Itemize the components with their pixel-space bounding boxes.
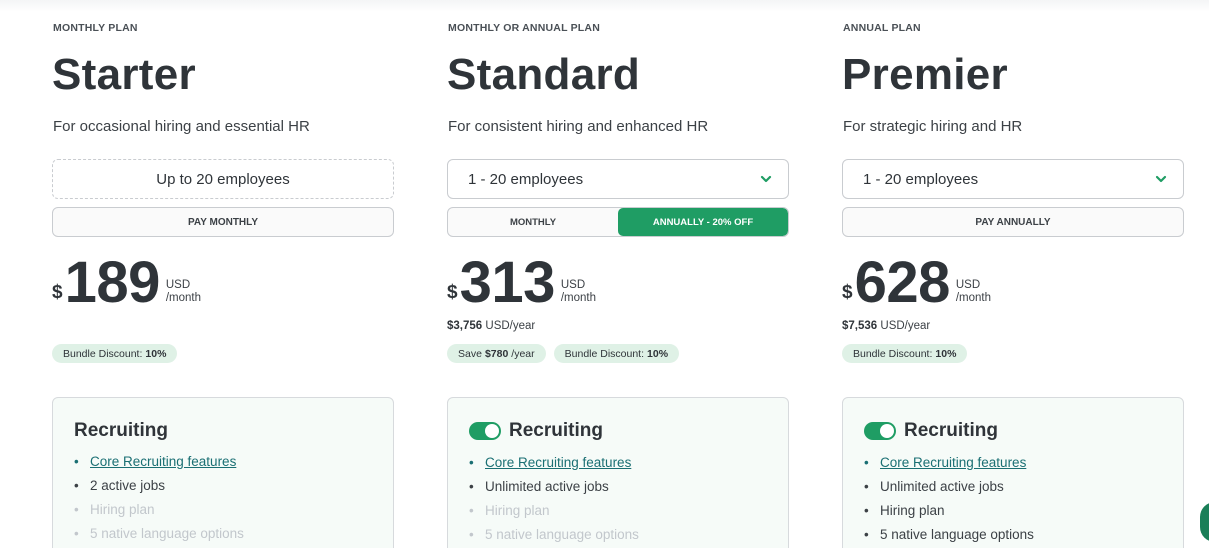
feature-item: Unlimited active jobs [864,475,1034,499]
pay-annually-label: PAY ANNUALLY [975,216,1051,228]
plan-eyebrow: MONTHLY OR ANNUAL PLAN [448,22,600,34]
currency-symbol: $ [842,282,853,303]
bundle-discount-value: 10% [935,347,957,360]
feature-link-core-recruiting[interactable]: Core Recruiting features [469,451,639,475]
chevron-down-icon [760,175,772,183]
billing-period-toggle: MONTHLY ANNUALLY - 20% OFF [447,207,789,237]
price-display: $ 628 USD /month [842,250,991,315]
recruiting-toggle-switch[interactable] [469,422,501,440]
savings-value: $780 [484,347,509,360]
feature-card-title: Recruiting [74,420,168,441]
feature-list: Core Recruiting features 2 active jobs H… [74,450,244,546]
employee-count-value: 1 - 20 employees [468,170,584,188]
feature-item-disabled: 5 native language options [469,523,639,547]
price-unit: USD /month [956,279,991,305]
yearly-amount: $7,536 [842,320,878,332]
plan-tagline: For consistent hiring and enhanced HR [448,118,709,135]
toggle-monthly-option[interactable]: MONTHLY [448,208,618,236]
plan-eyebrow: MONTHLY PLAN [53,22,138,34]
plan-eyebrow: ANNUAL PLAN [843,22,921,34]
recruiting-feature-card: Recruiting Core Recruiting features 2 ac… [52,397,394,548]
bundle-discount-label: Bundle Discount: [853,347,933,360]
bundle-discount-value: 10% [647,347,669,360]
plan-tagline: For occasional hiring and essential HR [53,118,310,135]
yearly-unit: USD/year [880,320,931,332]
pay-annually-button[interactable]: PAY ANNUALLY [842,207,1184,237]
toggle-annually-option[interactable]: ANNUALLY - 20% OFF [618,208,788,236]
price-amount: 628 [854,250,951,315]
plan-tagline: For strategic hiring and HR [843,118,1023,135]
employee-count-label: Up to 20 employees [156,170,290,188]
bundle-discount-badge: Bundle Discount: 10% [842,344,968,363]
price-amount: 313 [459,250,556,315]
toggle-monthly-label: MONTHLY [509,216,557,228]
feature-item-disabled: Hiring plan [469,499,639,523]
recruiting-toggle-switch[interactable] [864,422,896,440]
feature-card-title: Recruiting [509,420,603,441]
chevron-down-icon [1155,175,1167,183]
chat-widget-button[interactable] [1200,502,1209,542]
feature-item: Hiring plan [864,499,1034,523]
plan-card-premier: ANNUAL PLAN Premier For strategic hiring… [842,0,1184,548]
feature-item-disabled: Hiring plan [74,498,244,522]
feature-link-core-recruiting[interactable]: Core Recruiting features [74,450,244,474]
recruiting-feature-card: Recruiting Core Recruiting features Unli… [842,397,1184,548]
discount-badges: Bundle Discount: 10% [52,344,178,363]
feature-card-header: Recruiting [74,420,168,442]
employee-count-select[interactable]: 1 - 20 employees [842,159,1184,199]
plan-title: Premier [842,50,1008,99]
bundle-discount-value: 10% [145,347,167,360]
employee-count-value: 1 - 20 employees [863,170,979,188]
price-unit-period: /month [955,292,992,304]
price-unit-currency: USD [560,279,586,291]
employee-count-box: Up to 20 employees [52,159,394,199]
yearly-price: $7,536 USD/year [842,320,930,332]
bundle-discount-label: Bundle Discount: [564,347,645,360]
discount-badges: Save $780 /year Bundle Discount: 10% [447,344,680,363]
discount-badges: Bundle Discount: 10% [842,344,968,363]
price-display: $ 189 USD /month [52,250,201,315]
price-unit-currency: USD [165,279,191,291]
feature-card-header: Recruiting [864,420,998,442]
pay-monthly-label: PAY MONTHLY [187,216,259,228]
feature-list: Core Recruiting features Unlimited activ… [469,451,639,547]
price-unit: USD /month [561,279,596,305]
yearly-price: $3,756 USD/year [447,320,535,332]
bundle-discount-badge: Bundle Discount: 10% [52,344,178,363]
feature-link-core-recruiting[interactable]: Core Recruiting features [864,451,1034,475]
plan-title: Standard [447,50,641,99]
price-display: $ 313 USD /month [447,250,596,315]
bundle-discount-label: Bundle Discount: [63,347,143,360]
feature-item-disabled: 5 native language options [74,522,244,546]
bundle-discount-badge: Bundle Discount: 10% [553,344,680,363]
plan-card-standard: MONTHLY OR ANNUAL PLAN Standard For cons… [447,0,789,548]
feature-item: 2 active jobs [74,474,244,498]
plan-title: Starter [52,50,196,99]
yearly-unit: USD/year [485,320,536,332]
price-unit-period: /month [165,292,202,304]
price-unit-currency: USD [955,279,981,291]
savings-unit: /year [511,347,535,360]
recruiting-feature-card: Recruiting Core Recruiting features Unli… [447,397,789,548]
toggle-annually-label: ANNUALLY - 20% OFF [652,216,754,228]
feature-card-header: Recruiting [469,420,603,442]
employee-count-select[interactable]: 1 - 20 employees [447,159,789,199]
price-unit-period: /month [560,292,597,304]
yearly-amount: $3,756 [447,320,483,332]
pay-monthly-button[interactable]: PAY MONTHLY [52,207,394,237]
feature-card-title: Recruiting [904,420,998,441]
feature-item: 5 native language options [864,523,1034,547]
price-amount: 189 [64,250,161,315]
price-unit: USD /month [166,279,201,305]
feature-list: Core Recruiting features Unlimited activ… [864,451,1034,547]
currency-symbol: $ [52,282,63,303]
savings-label: Save [458,347,482,360]
plan-card-starter: MONTHLY PLAN Starter For occasional hiri… [52,0,394,548]
savings-badge: Save $780 /year [447,344,546,363]
feature-item: Unlimited active jobs [469,475,639,499]
currency-symbol: $ [447,282,458,303]
